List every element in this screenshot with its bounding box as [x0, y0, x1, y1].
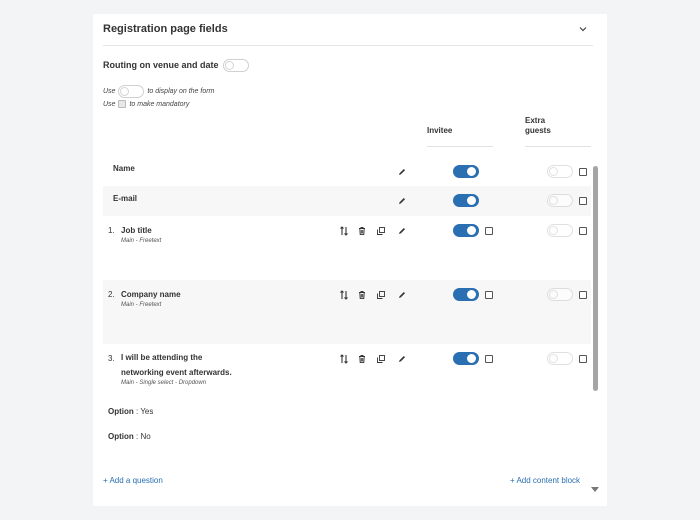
- field-title-line2: networking event afterwards.: [121, 368, 232, 377]
- extra-guests-toggle[interactable]: [547, 165, 573, 178]
- field-row-job-title: 1. Job title Main - Freetext: [103, 216, 591, 280]
- extra-guests-mandatory-checkbox[interactable]: [579, 227, 587, 235]
- panel-title: Registration page fields: [103, 23, 228, 35]
- reorder-icon[interactable]: [339, 354, 349, 364]
- reorder-icon[interactable]: [339, 290, 349, 300]
- field-title: Name: [113, 164, 135, 173]
- routing-row: Routing on venue and date: [103, 58, 249, 72]
- extra-guests-mandatory-checkbox[interactable]: [579, 291, 587, 299]
- pencil-icon[interactable]: [397, 290, 407, 300]
- extra-guests-mandatory-checkbox[interactable]: [579, 168, 587, 176]
- invitee-toggle[interactable]: [453, 224, 479, 237]
- scroll-down-arrow-icon[interactable]: [591, 487, 599, 492]
- registration-fields-panel: Registration page fields Routing on venu…: [93, 14, 607, 506]
- legend-display: Use to display on the form: [103, 85, 214, 98]
- invitee-toggle[interactable]: [453, 165, 479, 178]
- invitee-mandatory-checkbox[interactable]: [485, 291, 493, 299]
- option-label: Option: [108, 432, 134, 441]
- copy-icon[interactable]: [376, 226, 386, 236]
- routing-toggle[interactable]: [222, 58, 249, 72]
- routing-label: Routing on venue and date: [103, 60, 219, 70]
- invitee-divider: [427, 146, 493, 147]
- invitee-toggle[interactable]: [453, 352, 479, 365]
- legend-mandatory-text: to make mandatory: [129, 100, 190, 108]
- extra-guests-toggle[interactable]: [547, 194, 573, 207]
- field-subtitle: Main - Freetext: [121, 302, 162, 308]
- legend-toggle-sample: [118, 85, 145, 98]
- option-no: Option : No: [108, 432, 151, 441]
- field-subtitle: Main - Single select - Dropdown: [121, 380, 207, 386]
- invitee-toggle[interactable]: [453, 194, 479, 207]
- field-subtitle: Main - Freetext: [121, 238, 162, 244]
- extra-guests-toggle[interactable]: [547, 224, 573, 237]
- column-header-invitee: Invitee: [427, 126, 453, 135]
- field-title: Job title: [121, 226, 152, 235]
- pencil-icon[interactable]: [397, 226, 407, 236]
- field-title: Company name: [121, 290, 181, 299]
- option-value: : Yes: [136, 407, 154, 416]
- chevron-down-icon[interactable]: [577, 22, 589, 34]
- add-content-block-link[interactable]: + Add content block: [510, 476, 580, 485]
- legend-mandatory: Use to make mandatory: [103, 100, 189, 108]
- field-title-line1: I will be attending the: [121, 353, 203, 362]
- field-number: 2.: [108, 290, 115, 299]
- copy-icon[interactable]: [376, 290, 386, 300]
- extra-guests-mandatory-checkbox[interactable]: [579, 355, 587, 363]
- panel-header[interactable]: Registration page fields: [103, 14, 593, 46]
- field-title: E-mail: [113, 194, 138, 203]
- option-value: : No: [136, 432, 151, 441]
- legend-use-label: Use: [103, 88, 116, 95]
- legend-display-text: to display on the form: [147, 88, 215, 95]
- field-row-company-name: 2. Company name Main - Freetext: [103, 280, 591, 344]
- pencil-icon[interactable]: [397, 167, 407, 177]
- pencil-icon[interactable]: [397, 196, 407, 206]
- add-question-link[interactable]: + Add a question: [103, 476, 163, 485]
- field-row-email: E-mail: [103, 186, 591, 216]
- legend-checkbox-sample: [118, 100, 127, 108]
- trash-icon[interactable]: [357, 290, 367, 300]
- trash-icon[interactable]: [357, 226, 367, 236]
- invitee-mandatory-checkbox[interactable]: [485, 355, 493, 363]
- field-number: 1.: [108, 226, 115, 235]
- extra-guests-toggle[interactable]: [547, 288, 573, 301]
- copy-icon[interactable]: [376, 354, 386, 364]
- extra-guests-toggle[interactable]: [547, 352, 573, 365]
- legend-use-label: Use: [103, 100, 116, 108]
- field-row-networking-event: 3. I will be attending the networking ev…: [103, 344, 591, 392]
- extra-guests-mandatory-checkbox[interactable]: [579, 197, 587, 205]
- extra-guests-divider: [525, 146, 591, 147]
- invitee-toggle[interactable]: [453, 288, 479, 301]
- reorder-icon[interactable]: [339, 226, 349, 236]
- scrollbar-thumb[interactable]: [593, 166, 598, 391]
- option-yes: Option : Yes: [108, 407, 153, 416]
- column-header-extra-guests: Extra guests: [525, 116, 551, 135]
- option-label: Option: [108, 407, 134, 416]
- invitee-mandatory-checkbox[interactable]: [485, 227, 493, 235]
- pencil-icon[interactable]: [397, 354, 407, 364]
- field-row-name: Name: [103, 158, 591, 186]
- trash-icon[interactable]: [357, 354, 367, 364]
- field-number: 3.: [108, 354, 115, 363]
